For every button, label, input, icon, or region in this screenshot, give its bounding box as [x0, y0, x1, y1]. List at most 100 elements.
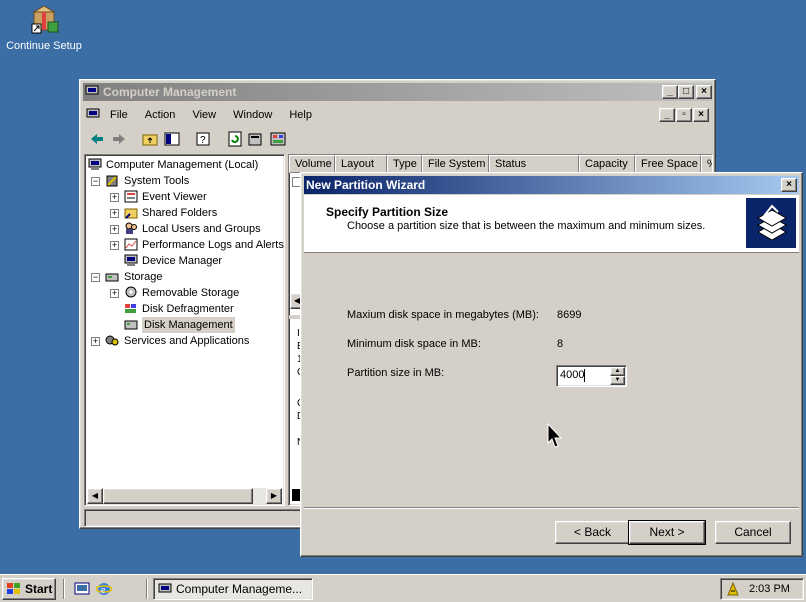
disk-management-icon [124, 320, 138, 330]
defragmenter-icon [125, 304, 136, 313]
start-label: Start [25, 582, 53, 596]
wizard-close-button[interactable]: × [781, 178, 797, 192]
properties-icon[interactable] [247, 131, 263, 147]
event-viewer-icon [124, 190, 138, 203]
next-button[interactable]: Next > [628, 520, 706, 545]
tree-label: Storage [124, 271, 163, 283]
refresh-icon[interactable] [227, 131, 243, 147]
menu-action[interactable]: Action [145, 105, 176, 125]
tree-expand-shared-folders[interactable]: + [110, 209, 119, 218]
disk-stack-icon [746, 198, 796, 248]
column-layout[interactable]: Layout [335, 155, 387, 173]
start-button[interactable]: Start [2, 578, 56, 600]
system-tools-icon [106, 175, 118, 187]
tree-horizontal-scrollbar[interactable]: ◀ ▶ [87, 488, 282, 504]
computer-management-task-icon [158, 583, 172, 593]
wizard-separator [304, 507, 799, 509]
close-button[interactable]: × [696, 85, 712, 99]
continue-setup-shortcut[interactable]: Continue Setup [2, 2, 82, 54]
menu-view[interactable]: View [192, 105, 216, 125]
min-disk-space-label: Minimum disk space in MB: [347, 338, 481, 350]
mmc-title: Computer Management [103, 85, 237, 99]
taskbar-button-computer-management[interactable]: Computer Manageme... [153, 578, 313, 600]
scroll-thumb[interactable] [103, 488, 253, 504]
console-icon [86, 108, 100, 118]
text-caret [584, 369, 585, 382]
clock[interactable]: 2:03 PM [749, 583, 790, 595]
spin-up-button[interactable]: ▲ [610, 367, 625, 376]
column-file-system[interactable]: File System [422, 155, 489, 173]
mmc-titlebar[interactable]: Computer Management _ □ × [83, 83, 712, 101]
min-disk-space-value: 8 [557, 338, 564, 350]
cancel-button[interactable]: Cancel [715, 521, 791, 544]
tree-label: Disk Defragmenter [142, 303, 234, 315]
computer-icon [88, 158, 102, 170]
setup-box-icon [31, 5, 59, 34]
quicklaunch-separator [63, 579, 65, 599]
max-disk-space-label: Maxium disk space in megabytes (MB): [347, 309, 539, 321]
column-free-space[interactable]: Free Space [635, 155, 701, 173]
column-volume[interactable]: Volume [289, 155, 335, 173]
mmc-menubar: File Action View Window Help _ ▫ × [84, 105, 711, 125]
max-disk-space-value: 8699 [557, 309, 582, 321]
column-capacity[interactable]: Capacity [579, 155, 635, 173]
help-icon[interactable]: ? [195, 131, 211, 147]
performance-icon [124, 238, 138, 251]
tree-label: Shared Folders [142, 207, 218, 219]
tree-expand-removable-storage[interactable]: + [110, 289, 119, 298]
child-restore-button[interactable]: ▫ [676, 108, 692, 122]
scroll-right-button[interactable]: ▶ [266, 488, 282, 504]
partition-size-spinbox[interactable]: 4000 ▲ ▼ [556, 365, 627, 387]
spin-down-button[interactable]: ▼ [610, 376, 625, 385]
tree-expand-local-users[interactable]: + [110, 225, 119, 234]
internet-explorer-icon[interactable]: e [96, 581, 112, 597]
minimize-button[interactable]: _ [662, 85, 678, 99]
tree-expand-performance-logs[interactable]: + [110, 241, 119, 250]
removable-storage-icon [125, 286, 137, 298]
back-arrow-icon[interactable] [89, 131, 105, 147]
services-icon [105, 335, 119, 346]
tree-expand-event-viewer[interactable]: + [110, 193, 119, 202]
menu-window[interactable]: Window [233, 105, 272, 125]
tree-label: Performance Logs and Alerts [142, 239, 284, 251]
column-status[interactable]: Status [489, 155, 579, 173]
tree-label: Local Users and Groups [142, 223, 261, 235]
tree-collapse-storage[interactable]: − [91, 273, 100, 282]
show-hide-tree-icon[interactable] [164, 131, 180, 147]
shared-folder-icon [124, 208, 138, 219]
wizard-heading: Specify Partition Size [326, 205, 449, 219]
menu-help[interactable]: Help [289, 105, 312, 125]
tree-label: Computer Management (Local) [106, 159, 259, 171]
mouse-pointer-icon [547, 423, 563, 448]
forward-arrow-icon[interactable] [111, 131, 127, 147]
wizard-header: Specify Partition Size Choose a partitio… [304, 195, 799, 253]
tree-label: Disk Management [142, 317, 235, 333]
device-manager-icon [124, 254, 138, 266]
taskbar: Start e Computer Manageme... 2:03 PM [0, 574, 806, 602]
console-tree: Computer Management (Local) − System Too… [84, 154, 285, 506]
child-minimize-button[interactable]: _ [659, 108, 675, 122]
child-close-button[interactable]: × [693, 108, 709, 122]
back-button[interactable]: < Back [555, 521, 630, 544]
users-icon [125, 222, 137, 234]
menu-file[interactable]: File [110, 105, 128, 125]
scroll-left-button[interactable]: ◀ [87, 488, 103, 504]
tree-expand-services-and-applications[interactable]: + [91, 337, 100, 346]
windows-logo-icon [7, 583, 20, 594]
column-type[interactable]: Type [387, 155, 422, 173]
svg-text:e: e [101, 585, 106, 596]
show-desktop-icon[interactable] [74, 581, 90, 597]
tree-label: System Tools [124, 175, 190, 187]
partition-size-input[interactable]: 4000 [560, 369, 584, 381]
tree-label: Device Manager [142, 255, 223, 267]
column-percent-free[interactable]: % [701, 155, 712, 173]
maximize-button[interactable]: □ [678, 85, 694, 99]
tree-collapse-system-tools[interactable]: − [91, 177, 100, 186]
wizard-titlebar[interactable]: New Partition Wizard × [304, 176, 799, 194]
wizard-title: New Partition Wizard [306, 178, 426, 192]
up-folder-icon[interactable] [142, 131, 158, 147]
security-shield-icon[interactable] [725, 581, 741, 597]
storage-icon [105, 273, 119, 282]
disk-settings-icon[interactable] [270, 131, 286, 147]
tree-label: Services and Applications [124, 335, 250, 347]
